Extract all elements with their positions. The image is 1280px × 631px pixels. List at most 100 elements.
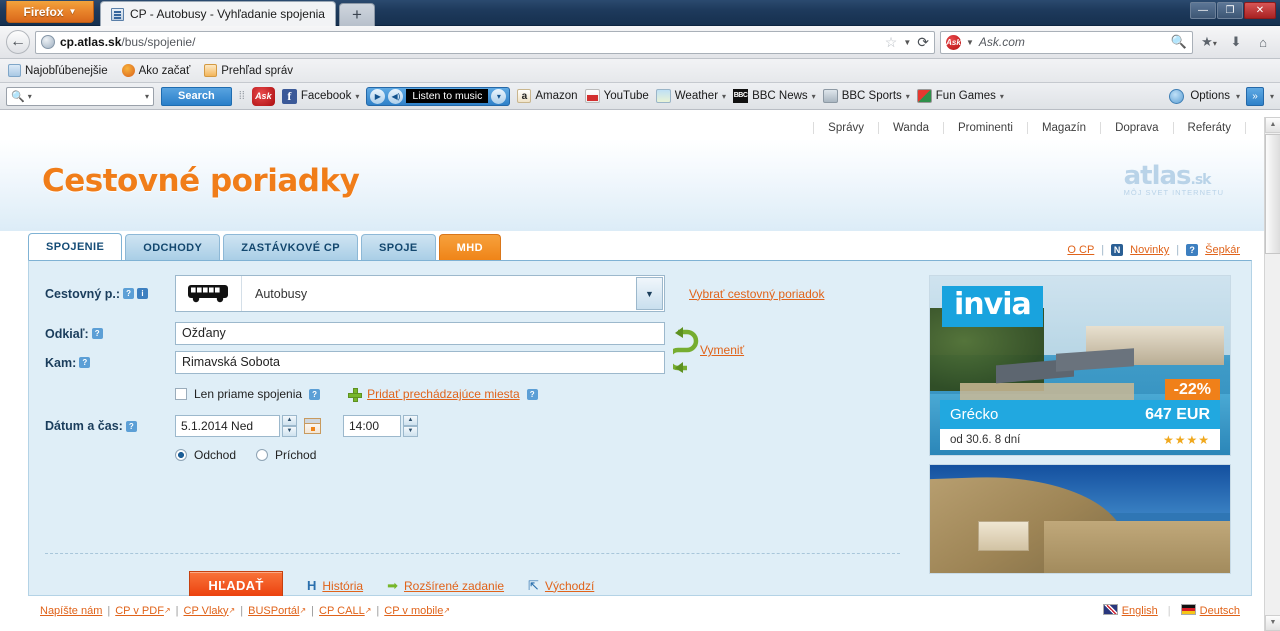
link-sepkar[interactable]: Šepkár xyxy=(1205,244,1240,256)
tab-zastavkove-cp[interactable]: ZASTÁVKOVÉ CP xyxy=(223,234,358,260)
link-o-cp[interactable]: O CP xyxy=(1067,244,1094,256)
toolbar-weather[interactable]: Weather ▾ xyxy=(655,89,726,103)
toolbar-facebook[interactable]: f Facebook ▾ xyxy=(281,88,359,104)
date-input[interactable]: 5.1.2014 Ned xyxy=(175,415,280,437)
link-cp-v-pdf[interactable]: CP v PDF xyxy=(115,605,164,617)
link-vybrat-cestovny-poriadok[interactable]: Vybrať cestovný poriadok xyxy=(689,287,824,301)
help-hint-icon[interactable]: ? xyxy=(125,420,137,432)
ask-search-input[interactable]: 🔍 ▾ ▾ xyxy=(6,86,154,106)
link-historia[interactable]: História xyxy=(322,579,363,593)
radio-departure[interactable] xyxy=(175,449,187,461)
ask-search-button[interactable]: Search xyxy=(161,86,232,106)
scroll-up-icon[interactable]: ▲ xyxy=(1265,117,1280,133)
stepper-up-icon[interactable]: ▲ xyxy=(282,415,297,426)
secondary-ad-image[interactable] xyxy=(929,464,1231,574)
tab-mhd[interactable]: MHD xyxy=(438,234,501,260)
toolbar-amazon[interactable]: a Amazon xyxy=(517,89,578,103)
time-input[interactable]: 14:00 xyxy=(343,415,401,437)
scroll-down-icon[interactable]: ▼ xyxy=(1265,615,1280,631)
firefox-menu-button[interactable]: Firefox ▼ xyxy=(6,1,94,23)
swap-arrow-icon[interactable] xyxy=(666,326,699,379)
link-vychodzi[interactable]: Východzí xyxy=(545,579,594,593)
date-stepper[interactable]: ▲ ▼ xyxy=(282,415,297,437)
bookmarks-menu-icon[interactable]: ★▾ xyxy=(1198,34,1220,50)
link-napiste-nam[interactable]: Napíšte nám xyxy=(40,605,102,617)
stepper-down-icon[interactable]: ▼ xyxy=(282,426,297,437)
link-deutsch[interactable]: Deutsch xyxy=(1200,605,1240,617)
time-stepper[interactable]: ▲ ▼ xyxy=(403,415,418,437)
link-novinky[interactable]: Novinky xyxy=(1130,244,1169,256)
invia-ad-banner[interactable]: invia -22% Grécko 647 EUR od 30.6. 8 dní… xyxy=(929,275,1231,456)
chevron-down-icon[interactable]: ▾ xyxy=(491,88,507,104)
info-icon[interactable]: i xyxy=(137,288,149,299)
play-icon[interactable]: ▶ xyxy=(370,88,386,104)
chevron-down-icon[interactable]: ▼ xyxy=(903,38,911,47)
help-hint-icon[interactable]: ? xyxy=(526,388,538,400)
lang-deutsch[interactable]: Deutsch xyxy=(1180,604,1240,617)
help-hint-icon[interactable]: ? xyxy=(309,388,321,400)
reload-icon[interactable]: ⟳ xyxy=(917,34,929,51)
carrier-select[interactable]: Autobusy ▼ xyxy=(175,275,665,312)
close-button[interactable]: ✕ xyxy=(1244,2,1276,19)
plus-icon[interactable] xyxy=(348,388,363,402)
back-button-icon[interactable]: ← xyxy=(6,30,30,54)
page-scrollbar[interactable]: ▲ ▼ xyxy=(1264,117,1280,631)
tab-spoje[interactable]: SPOJE xyxy=(360,234,436,260)
to-input[interactable]: Rimavská Sobota xyxy=(175,351,665,374)
link-english[interactable]: English xyxy=(1122,605,1158,617)
toolbar-grip[interactable]: ⁞⁞ xyxy=(239,90,245,102)
link-vymenit[interactable]: Vymeniť xyxy=(700,343,744,357)
chevron-down-icon[interactable]: ▾ xyxy=(1270,92,1274,101)
link-cp-v-mobile[interactable]: CP v mobile xyxy=(384,605,443,617)
direct-only-checkbox[interactable] xyxy=(175,388,187,400)
help-hint-icon[interactable]: ? xyxy=(91,328,103,339)
tab-spojenie[interactable]: SPOJENIE xyxy=(28,233,123,260)
ask-home-icon[interactable]: Ask xyxy=(251,86,275,106)
home-icon[interactable]: ⌂ xyxy=(1252,35,1274,50)
browser-search-bar[interactable]: Ask ▼ Ask.com 🔍 xyxy=(940,30,1193,54)
scrollbar-thumb[interactable] xyxy=(1265,134,1280,254)
topnav-item-magazin[interactable]: Magazín xyxy=(1028,122,1102,134)
chevron-down-icon[interactable]: ▾ xyxy=(1236,92,1240,101)
downloads-icon[interactable]: ⬇ xyxy=(1225,34,1247,50)
topnav-item-prominenti[interactable]: Prominenti xyxy=(944,122,1028,134)
calendar-icon[interactable] xyxy=(304,418,321,434)
link-rozsirene-zadanie[interactable]: Rozšírené zadanie xyxy=(404,579,504,593)
topnav-item-doprava[interactable]: Doprava xyxy=(1101,122,1174,134)
link-cp-call[interactable]: CP CALL xyxy=(319,605,365,617)
toolbar-bbc-news[interactable]: BBC BBC News ▾ xyxy=(733,89,816,103)
bookmark-item-2[interactable]: Prehľad správ xyxy=(204,64,293,77)
link-busportal[interactable]: BUSPortál xyxy=(248,605,299,617)
stepper-down-icon[interactable]: ▼ xyxy=(403,426,418,437)
new-tab-button[interactable]: + xyxy=(338,3,375,26)
from-input[interactable]: Ožďany xyxy=(175,322,665,345)
maximize-button[interactable]: ❐ xyxy=(1217,2,1243,19)
topnav-item-spravy[interactable]: Správy xyxy=(813,122,879,134)
atlas-brand-logo[interactable]: atlas.sk MÔJ SVET INTERNETU xyxy=(1124,161,1224,197)
toolbar-overflow-button[interactable]: » xyxy=(1245,86,1264,106)
toolbar-fun-games[interactable]: Fun Games ▾ xyxy=(916,89,1004,103)
link-cp-vlaky[interactable]: CP Vlaky xyxy=(184,605,229,617)
bookmark-item-1[interactable]: Ako začať xyxy=(121,64,190,77)
browser-tab-active[interactable]: CP - Autobusy - Vyhľadanie spojenia xyxy=(100,1,336,26)
address-bar[interactable]: cp.atlas.sk/bus/spojenie/ ☆ ▼ ⟳ xyxy=(35,30,935,54)
toolbar-options-label[interactable]: Options xyxy=(1190,90,1230,102)
volume-icon[interactable]: ◀) xyxy=(388,88,404,104)
toolbar-music-player[interactable]: ▶ ◀) Listen to music ▾ xyxy=(366,86,511,106)
bookmark-item-0[interactable]: Najobľúbenejšie xyxy=(8,64,108,77)
lang-english[interactable]: English xyxy=(1102,604,1158,617)
search-icon[interactable]: 🔍 xyxy=(1171,34,1187,50)
toolbar-youtube[interactable]: YouTube xyxy=(584,89,649,103)
stepper-up-icon[interactable]: ▲ xyxy=(403,415,418,426)
help-hint-icon[interactable]: ? xyxy=(123,288,135,299)
chevron-down-icon[interactable]: ▾ xyxy=(145,92,149,101)
help-hint-icon[interactable]: ? xyxy=(79,357,91,368)
minimize-button[interactable]: — xyxy=(1190,2,1216,19)
topnav-item-referaty[interactable]: Referáty xyxy=(1174,122,1246,134)
carrier-dropdown-button[interactable]: ▼ xyxy=(636,277,663,310)
toolbar-bbc-sports[interactable]: BBC Sports ▾ xyxy=(822,89,910,103)
topnav-item-wanda[interactable]: Wanda xyxy=(879,122,944,134)
link-pridat-prechadzajuce-miesta[interactable]: Pridať prechádzajúce miesta xyxy=(367,387,520,401)
tab-odchody[interactable]: ODCHODY xyxy=(125,234,221,260)
bookmark-star-icon[interactable]: ☆ xyxy=(885,34,898,51)
